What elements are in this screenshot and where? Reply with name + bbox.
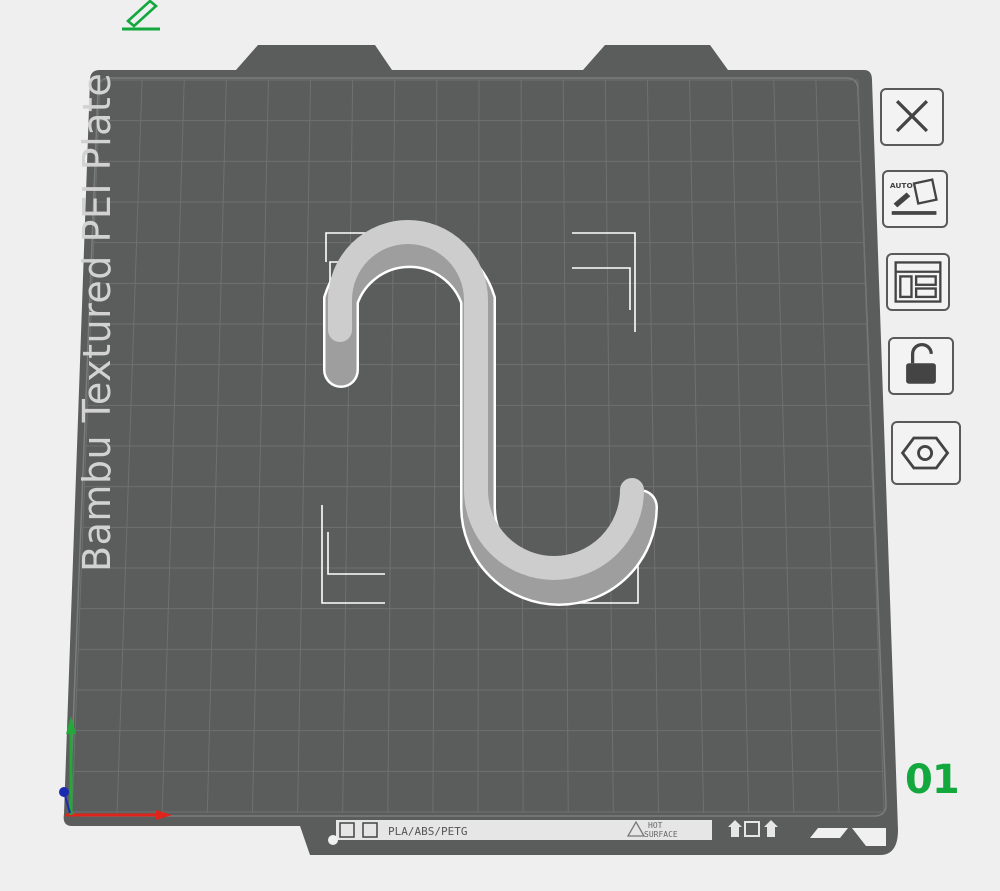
plate-filament-label: PLA/ABS/PETG — [388, 825, 467, 838]
auto-orient-button[interactable]: AUTO — [882, 170, 948, 228]
close-icon — [895, 100, 929, 133]
hot-surface-label-2: SURFACE — [644, 830, 678, 839]
plate-name: Bambu Textured PEI Plate — [75, 73, 119, 572]
lock-button[interactable] — [888, 337, 954, 395]
3d-viewport[interactable]: PLA/ABS/PETG HOT SURFACE Bambu Textured … — [0, 0, 1000, 891]
close-button[interactable] — [880, 88, 944, 146]
arrange-button[interactable] — [886, 253, 950, 311]
settings-hex-icon — [900, 436, 950, 470]
svg-text:AUTO: AUTO — [890, 181, 913, 190]
auto-orient-icon: AUTO — [890, 178, 938, 215]
plate-number[interactable]: 01 — [905, 752, 975, 808]
arrange-icon — [894, 261, 942, 303]
settings-button[interactable] — [891, 421, 961, 485]
lock-icon — [906, 342, 936, 384]
hot-surface-label-1: HOT — [648, 821, 663, 830]
pencil-icon[interactable] — [122, 0, 160, 31]
